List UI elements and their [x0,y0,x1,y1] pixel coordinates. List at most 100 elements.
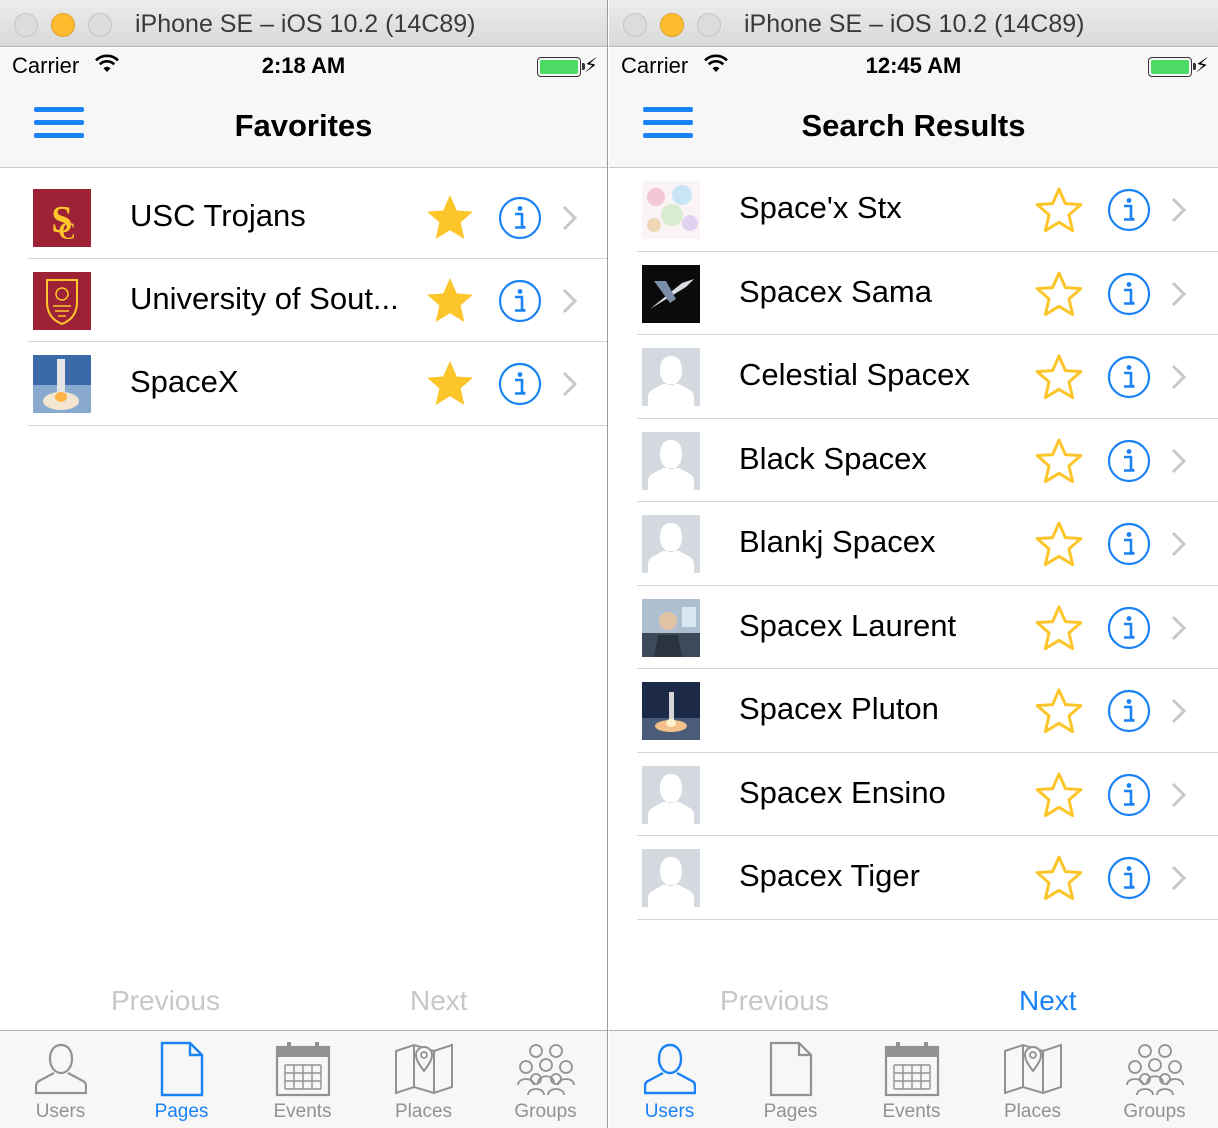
row-title: Spacex Ensino [739,774,946,810]
tab-events[interactable]: Events [851,1031,972,1128]
tab-groups[interactable]: Groups [1094,1031,1215,1128]
default-avatar-thumbnail [642,431,700,490]
star-filled-icon[interactable] [424,358,476,410]
simulator-window-search-results: iPhone SE – iOS 10.2 (14C89) Carrier 12:… [609,0,1218,1128]
window-title: iPhone SE – iOS 10.2 (14C89) [744,10,1085,38]
default-avatar-thumbnail [642,849,700,907]
previous-button[interactable]: Previous [111,985,220,1017]
previous-button[interactable]: Previous [720,985,829,1017]
star-outline-icon[interactable] [1033,685,1085,737]
info-icon[interactable] [1107,522,1151,566]
pagination-controls: Previous Next [609,985,1218,1025]
tab-places[interactable]: Places [972,1031,1093,1128]
minimize-window-button[interactable] [660,13,684,37]
list-item[interactable]: Spacex Sama [609,252,1218,336]
list-item[interactable]: Spacex Tiger [609,836,1218,920]
map-icon [1003,1043,1062,1095]
close-window-button[interactable] [14,13,38,37]
row-title: Spacex Tiger [739,858,920,893]
list-item[interactable]: Spacex Laurent [609,586,1218,670]
spacex-x-logo-thumbnail [642,264,700,323]
navigation-bar: Favorites [0,84,607,168]
star-filled-icon[interactable] [424,192,476,244]
chevron-right-icon [1171,364,1187,390]
star-outline-icon[interactable] [1033,518,1085,570]
list-item[interactable]: Spacex Pluton [609,669,1218,753]
close-window-button[interactable] [623,13,647,37]
info-icon[interactable] [1107,689,1151,733]
info-icon[interactable] [1107,355,1151,399]
row-title: Black Spacex [739,440,927,476]
list-item[interactable]: Blankj Spacex [609,502,1218,586]
list-item[interactable]: Space'x Stx [609,168,1218,252]
info-icon[interactable] [498,362,542,406]
tab-bar: Users Pages Events Places Groups [609,1030,1218,1128]
page-icon [769,1041,812,1097]
calendar-icon [275,1042,330,1097]
minimize-window-button[interactable] [51,13,75,37]
row-title: Spacex Pluton [739,691,939,726]
row-title: Space'x Stx [739,190,902,225]
tab-label: Groups [1123,1101,1186,1122]
row-title: Celestial Spacex [739,357,970,392]
tab-label: Users [35,1101,86,1122]
star-outline-icon[interactable] [1033,602,1085,654]
status-bar: Carrier 2:18 AM ⚡ [0,48,607,84]
tab-groups[interactable]: Groups [485,1031,606,1128]
chevron-right-icon [562,205,578,231]
person-photo-thumbnail [642,598,700,657]
list-item[interactable]: Spacex Ensino [609,753,1218,837]
star-outline-icon[interactable] [1033,351,1085,403]
list-item[interactable]: Black Spacex [609,419,1218,503]
star-outline-icon[interactable] [1033,184,1085,236]
info-icon[interactable] [1107,272,1151,316]
star-outline-icon[interactable] [1033,852,1085,904]
zoom-window-button[interactable] [88,13,112,37]
zoom-window-button[interactable] [697,13,721,37]
chevron-right-icon [1171,531,1187,557]
tab-events[interactable]: Events [242,1031,363,1128]
default-avatar-thumbnail [642,515,700,573]
tab-pages[interactable]: Pages [730,1031,851,1128]
calendar-icon [884,1042,939,1097]
tab-places[interactable]: Places [363,1031,484,1128]
list-item[interactable]: S C USC Trojans [0,176,607,259]
group-icon [516,1044,575,1096]
charging-bolt-icon: ⚡ [583,55,598,77]
info-icon[interactable] [1107,606,1151,650]
tab-label: Places [394,1101,453,1122]
window-title-bar: iPhone SE – iOS 10.2 (14C89) [0,0,607,47]
chevron-right-icon [562,371,578,397]
tab-users[interactable]: Users [0,1031,121,1128]
favorites-list: S C USC Trojans University of Sout... Sp… [0,176,607,426]
star-outline-icon[interactable] [1033,268,1085,320]
next-button[interactable]: Next [1019,985,1077,1017]
battery-icon [537,57,585,77]
row-title: SpaceX [130,364,239,399]
user-icon [34,1043,87,1095]
tab-users[interactable]: Users [609,1031,730,1128]
window-controls [14,13,112,37]
info-icon[interactable] [498,279,542,323]
list-item[interactable]: Celestial Spacex [609,335,1218,419]
status-time: 12:45 AM [865,53,962,78]
info-icon[interactable] [1107,856,1151,900]
info-icon[interactable] [1107,773,1151,817]
star-outline-icon[interactable] [1033,769,1085,821]
tab-pages[interactable]: Pages [121,1031,242,1128]
star-outline-icon[interactable] [1033,435,1085,487]
list-item[interactable]: University of Sout... [0,259,607,342]
status-bar: Carrier 12:45 AM ⚡ [609,48,1218,84]
next-button[interactable]: Next [410,985,468,1017]
chevron-right-icon [1171,782,1187,807]
info-icon[interactable] [1107,439,1151,483]
rocket-landing-photo-thumbnail [642,682,700,740]
search-results-list: Space'x Stx Spacex Sama Celestial Spacex Bl… [609,168,1218,920]
row-title: Spacex Laurent [739,607,957,643]
list-item[interactable]: SpaceX [0,342,607,426]
page-icon [160,1041,203,1097]
info-icon[interactable] [1107,188,1151,232]
info-icon[interactable] [498,196,542,240]
star-filled-icon[interactable] [424,275,476,327]
row-title: University of Sout... [130,281,399,316]
